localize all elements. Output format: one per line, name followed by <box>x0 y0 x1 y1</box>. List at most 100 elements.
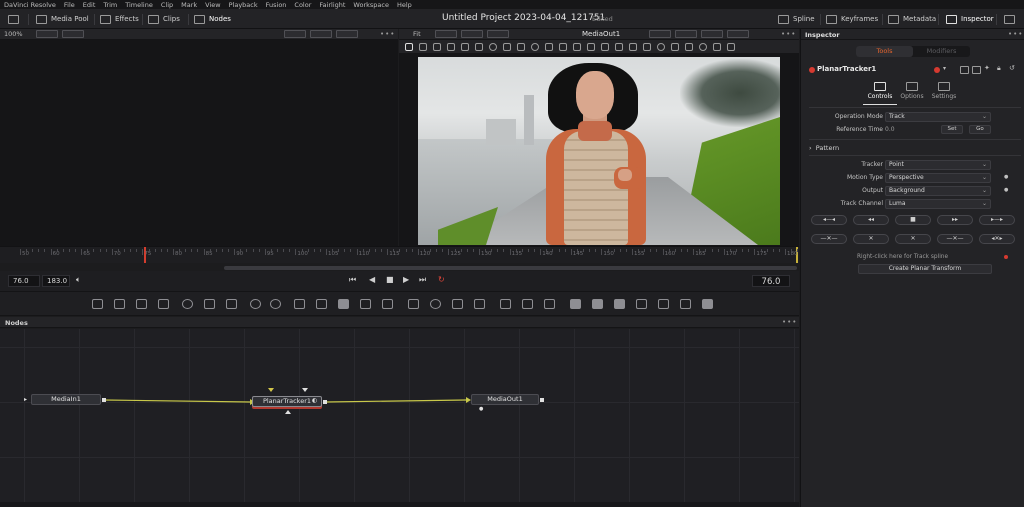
metadata-button[interactable]: Metadata <box>888 13 936 25</box>
transform-tool-icon[interactable] <box>573 42 581 51</box>
menu-item[interactable]: Clip <box>161 1 173 9</box>
create-planar-transform-button[interactable]: Create Planar Transform <box>858 264 992 274</box>
tool-color-dot[interactable] <box>934 67 940 73</box>
menu-item[interactable]: File <box>64 1 75 9</box>
right-viewer-option[interactable] <box>487 30 509 38</box>
play-reverse-button[interactable]: ◀ <box>369 275 375 287</box>
particle-icon[interactable] <box>544 299 555 309</box>
subtab-controls[interactable]: Controls <box>863 82 897 100</box>
node-editor[interactable]: ▸ MediaIn1 PlanarTracker1 ◐ MediaOut1 ● <box>0 329 799 507</box>
render-end-field[interactable]: 183.0 <box>42 275 70 287</box>
delete-track-button[interactable]: ✕ <box>895 234 931 244</box>
keyframe-dot-icon[interactable]: ● <box>1004 187 1008 193</box>
tool-color-indicator[interactable] <box>809 67 815 73</box>
3d-tool-icon[interactable] <box>592 299 603 309</box>
pointer-tool-icon[interactable] <box>405 42 413 51</box>
track-to-start-button[interactable]: ◂—◂ <box>811 215 847 225</box>
keyframes-button[interactable]: Keyframes <box>826 13 878 25</box>
tab-tools[interactable]: Tools <box>856 46 913 57</box>
menu-item[interactable]: Mark <box>181 1 197 9</box>
left-viewer-option[interactable] <box>62 30 84 38</box>
reset-tool-icon[interactable] <box>531 42 539 51</box>
3d-tool-icon[interactable] <box>658 299 669 309</box>
motion-type-select[interactable]: Perspective ⌄ <box>885 173 991 183</box>
select-tool-icon[interactable] <box>475 42 483 51</box>
shape-tool-icon[interactable] <box>503 42 511 51</box>
keyframe-dot-icon[interactable]: ● <box>1004 174 1008 180</box>
right-viewer-option[interactable] <box>701 30 723 38</box>
3d-tool-icon[interactable] <box>570 299 581 309</box>
transform-tool-icon[interactable] <box>615 42 623 51</box>
right-viewer-option[interactable] <box>649 30 671 38</box>
menu-item[interactable]: Workspace <box>353 1 389 9</box>
menu-item[interactable]: Fusion <box>266 1 287 9</box>
reset-all-icon[interactable]: ↺ <box>1009 64 1015 72</box>
timeline-ruler[interactable]: 50 60 65 70 75 80 85 90 95 100 105 110 115 120 125 130 1… <box>0 246 811 263</box>
scrub-bar[interactable] <box>224 266 797 270</box>
transform-tool-icon[interactable] <box>629 42 637 51</box>
left-viewer-option[interactable] <box>310 30 332 38</box>
clips-button[interactable]: Clips <box>148 13 180 25</box>
fullscreen-button[interactable] <box>1004 13 1015 25</box>
menu-item[interactable]: DaVinci Resolve <box>4 1 56 9</box>
operation-mode-select[interactable]: Track ⌄ <box>885 112 991 122</box>
brush-tool-icon[interactable] <box>158 299 169 309</box>
subtab-settings[interactable]: Settings <box>927 82 961 100</box>
mask-input-icon[interactable] <box>285 410 291 414</box>
spline-button[interactable]: Spline <box>778 13 815 25</box>
brightness-icon[interactable] <box>226 299 237 309</box>
particle-icon[interactable] <box>522 299 533 309</box>
blur-tool-icon[interactable] <box>182 299 193 309</box>
menu-item[interactable]: Timeline <box>125 1 153 9</box>
3d-tool-icon[interactable] <box>702 299 713 309</box>
track-to-end-button[interactable]: ▸—▸ <box>979 215 1015 225</box>
track-forward-button[interactable]: ▸▸ <box>937 215 973 225</box>
audio-icon[interactable]: 🔈︎ <box>76 275 81 287</box>
stop-tracking-button[interactable]: ■ <box>895 215 931 225</box>
menu-item[interactable]: Fairlight <box>319 1 345 9</box>
right-viewer-option[interactable] <box>435 30 457 38</box>
shape-tool-icon[interactable] <box>517 42 525 51</box>
merge-tool-icon[interactable] <box>316 299 327 309</box>
menu-item[interactable]: Edit <box>83 1 96 9</box>
media-icon[interactable] <box>382 299 393 309</box>
menu-item[interactable]: Color <box>294 1 311 9</box>
inspector-button[interactable]: Inspector <box>946 13 994 25</box>
left-viewer-option[interactable] <box>284 30 306 38</box>
left-viewer-option[interactable] <box>36 30 58 38</box>
right-viewer-option[interactable] <box>727 30 749 38</box>
rectangle-mask-icon[interactable] <box>408 299 419 309</box>
left-zoom-select[interactable]: 100% <box>4 30 23 38</box>
drop-icon[interactable] <box>270 299 281 309</box>
input-triangle-icon[interactable] <box>302 388 308 392</box>
set-button[interactable]: Set <box>941 125 963 134</box>
line-tool-icon[interactable] <box>545 42 553 51</box>
delete-track-forward-button[interactable]: ◂✕▸ <box>979 234 1015 244</box>
pattern-section-toggle[interactable]: › Pattern <box>809 144 839 152</box>
node-mediaout[interactable]: MediaOut1 <box>471 394 539 405</box>
transform-tool-icon[interactable] <box>559 42 567 51</box>
current-time-field[interactable]: 76.0 <box>752 275 790 287</box>
menu-item[interactable]: Trim <box>103 1 117 9</box>
paint-tool-icon[interactable] <box>114 299 125 309</box>
left-viewer[interactable] <box>0 40 398 246</box>
pen-tool-icon[interactable] <box>447 42 455 51</box>
color-corrector-icon[interactable] <box>204 299 215 309</box>
effects-button[interactable]: Effects <box>100 13 139 25</box>
more-options-icon[interactable]: ••• <box>781 30 796 38</box>
node-mediain[interactable]: MediaIn1 <box>31 394 101 405</box>
input-triangle-icon[interactable] <box>268 388 274 392</box>
more-options-icon[interactable]: ••• <box>1008 30 1023 38</box>
more-options-icon[interactable]: ••• <box>782 318 797 326</box>
track-channel-select[interactable]: Luma ⌄ <box>885 199 991 209</box>
render-start-field[interactable]: 76.0 <box>8 275 40 287</box>
go-to-start-button[interactable]: ⏮︎ <box>349 275 356 287</box>
output-port[interactable] <box>102 398 106 402</box>
transform-tool-icon[interactable] <box>713 42 721 51</box>
output-port[interactable] <box>540 398 544 402</box>
3d-tool-icon[interactable] <box>636 299 647 309</box>
polygon-mask-icon[interactable] <box>452 299 463 309</box>
light-icon[interactable] <box>250 299 261 309</box>
version-icon[interactable] <box>960 66 969 74</box>
go-to-end-button[interactable]: ⏭︎ <box>419 275 426 287</box>
